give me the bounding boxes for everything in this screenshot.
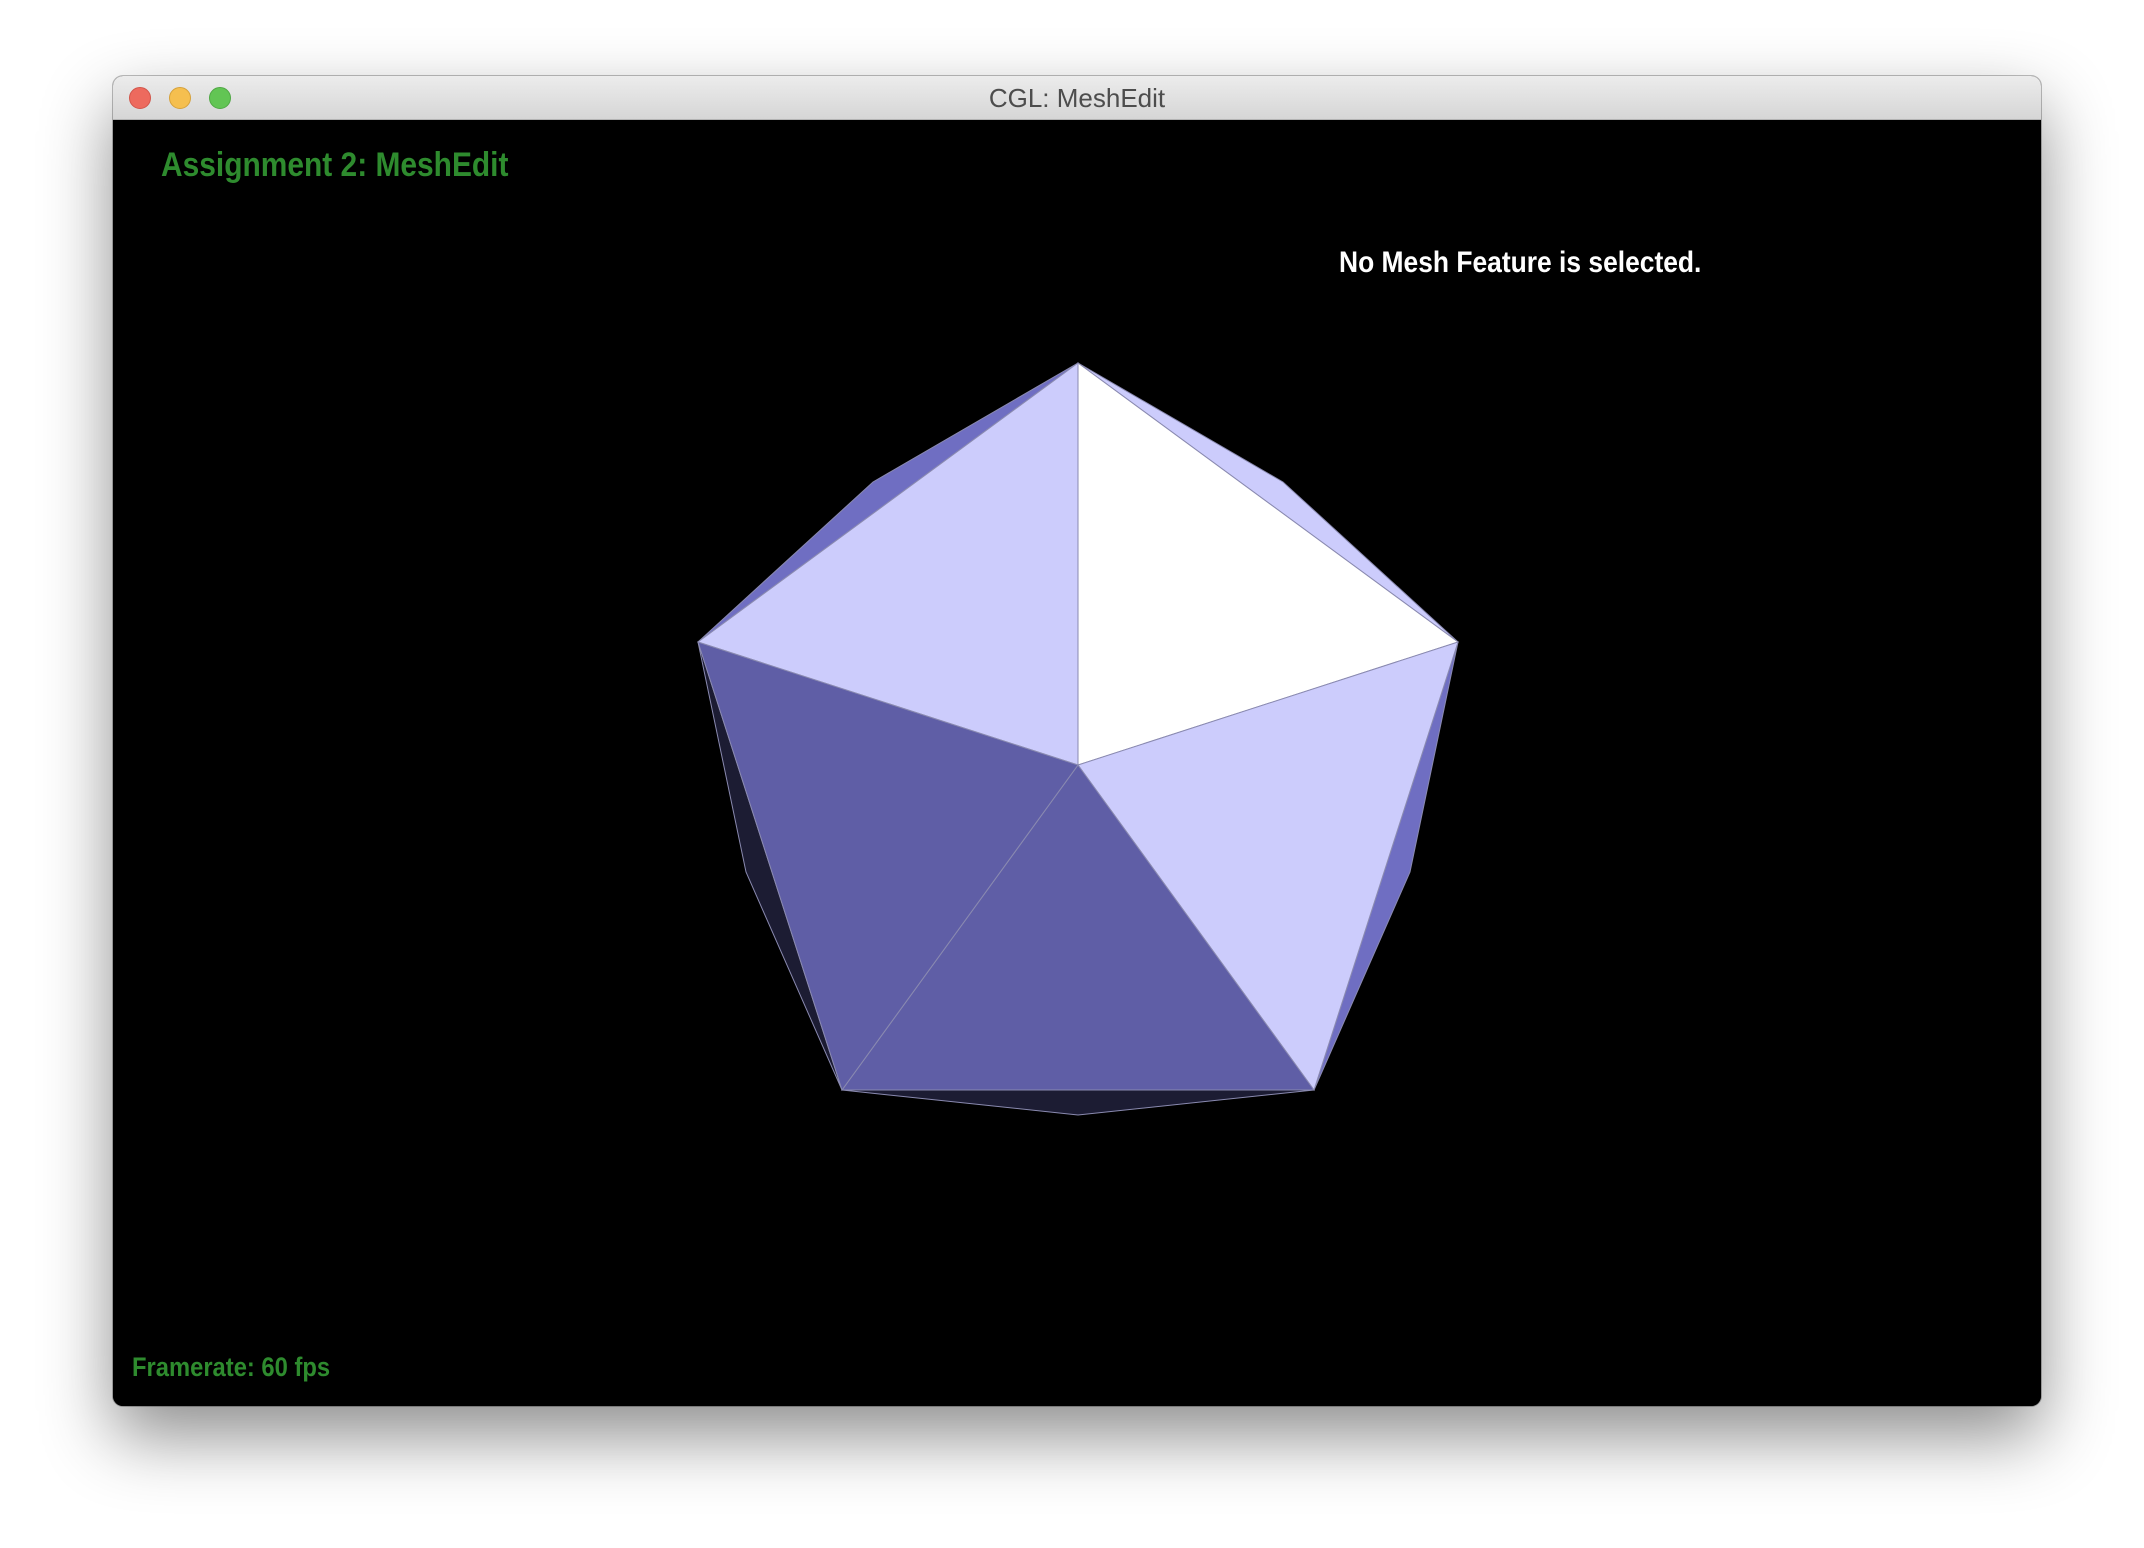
app-window: CGL: MeshEdit Assignment 2: MeshEdit No … (113, 76, 2041, 1406)
render-viewport[interactable]: Assignment 2: MeshEdit No Mesh Feature i… (113, 120, 2041, 1406)
selection-status: No Mesh Feature is selected. (1339, 246, 1702, 279)
framerate-readout: Framerate: 60 fps (132, 1352, 331, 1382)
title-bar[interactable]: CGL: MeshEdit (113, 76, 2041, 120)
assignment-heading: Assignment 2: MeshEdit (161, 146, 509, 184)
window-title: CGL: MeshEdit (988, 83, 1166, 113)
mesh-face-back-bottom[interactable] (841, 1089, 1315, 1116)
mesh-canvas[interactable] (113, 120, 2041, 1406)
